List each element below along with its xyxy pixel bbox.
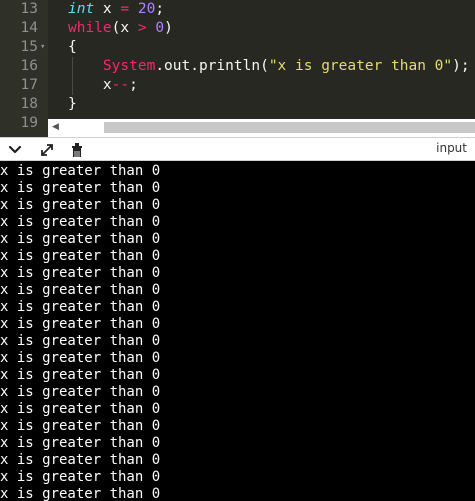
console-line: x is greater than 0 bbox=[0, 333, 161, 349]
console-line: x is greater than 0 bbox=[0, 418, 161, 434]
code-line[interactable]: 18} bbox=[0, 95, 475, 114]
code-token: 20 bbox=[137, 1, 156, 17]
console-line: x is greater than 0 bbox=[0, 469, 161, 485]
line-number: 16 bbox=[20, 58, 38, 74]
clear-console-icon[interactable] bbox=[68, 141, 86, 159]
horizontal-scrollbar[interactable]: ◀ bbox=[48, 119, 475, 137]
console-line: x is greater than 0 bbox=[0, 452, 161, 468]
code-text[interactable]: } bbox=[68, 95, 77, 114]
console-line: x is greater than 0 bbox=[0, 265, 161, 281]
console-line: x is greater than 0 bbox=[0, 316, 161, 332]
code-text[interactable]: { bbox=[68, 38, 77, 57]
code-token: while bbox=[68, 20, 112, 36]
expand-arrows-icon[interactable] bbox=[38, 141, 56, 159]
code-line[interactable]: 17 x--; bbox=[0, 76, 475, 95]
line-number: 15 bbox=[20, 39, 38, 55]
code-text[interactable]: while(x > 0) bbox=[68, 19, 173, 38]
code-editor[interactable]: 13 int x = 20; 14 while(x > 0) 15 ▾ {16 System… bbox=[0, 0, 475, 137]
console-line: x is greater than 0 bbox=[0, 248, 161, 264]
code-token: -- bbox=[111, 77, 130, 93]
code-text[interactable]: int x = 20; bbox=[68, 0, 164, 19]
line-number: 17 bbox=[20, 77, 38, 93]
console-line: x is greater than 0 bbox=[0, 163, 161, 179]
fold-toggle-icon[interactable]: ▾ bbox=[40, 38, 45, 57]
line-number: 14 bbox=[20, 20, 38, 36]
console-line: x is greater than 0 bbox=[0, 299, 161, 315]
line-number: 13 bbox=[20, 1, 38, 17]
code-token: ; bbox=[155, 1, 165, 17]
code-token: { bbox=[68, 39, 77, 55]
code-line[interactable]: 13 int x = 20; bbox=[0, 0, 475, 19]
code-token: = bbox=[120, 1, 130, 17]
code-line[interactable]: 15 ▾ { bbox=[0, 38, 475, 57]
scrollbar-thumb[interactable] bbox=[104, 122, 475, 133]
code-token: int bbox=[68, 1, 95, 17]
code-text[interactable]: System.out.println("x is greater than 0"… bbox=[68, 57, 470, 76]
code-token: } bbox=[68, 96, 77, 112]
code-token: x bbox=[68, 77, 112, 93]
code-token: ; bbox=[129, 77, 138, 93]
console-line: x is greater than 0 bbox=[0, 486, 161, 501]
code-text[interactable]: x--; bbox=[68, 76, 138, 95]
console-line: x is greater than 0 bbox=[0, 231, 161, 247]
console-toolbar: input bbox=[0, 137, 475, 161]
input-tab[interactable]: input bbox=[436, 141, 467, 155]
caret-left-icon[interactable]: ◀ bbox=[52, 122, 59, 132]
console-line: x is greater than 0 bbox=[0, 197, 161, 213]
code-token: ) bbox=[164, 20, 173, 36]
code-token: (x bbox=[111, 20, 138, 36]
code-token: "x is greater than 0" bbox=[268, 58, 453, 74]
console-line: x is greater than 0 bbox=[0, 435, 161, 451]
console-output: x is greater than 0x is greater than 0x … bbox=[0, 161, 475, 501]
console-line: x is greater than 0 bbox=[0, 282, 161, 298]
line-number: 19 bbox=[20, 115, 38, 131]
console-line: x is greater than 0 bbox=[0, 367, 161, 383]
chevron-down-icon[interactable] bbox=[6, 141, 24, 159]
console-line: x is greater than 0 bbox=[0, 384, 161, 400]
code-line[interactable]: 14 while(x > 0) bbox=[0, 19, 475, 38]
console-line: x is greater than 0 bbox=[0, 214, 161, 230]
code-token: 0 bbox=[155, 20, 165, 36]
console-line: x is greater than 0 bbox=[0, 350, 161, 366]
line-number: 18 bbox=[20, 96, 38, 112]
console-line: x is greater than 0 bbox=[0, 401, 161, 417]
code-line[interactable]: 16 System.out.println("x is greater than… bbox=[0, 57, 475, 76]
console-line: x is greater than 0 bbox=[0, 180, 161, 196]
code-token: .out.println( bbox=[155, 58, 269, 74]
code-token: System bbox=[102, 58, 156, 74]
code-token: > bbox=[137, 20, 147, 36]
code-token: x bbox=[94, 1, 121, 17]
code-token: ); bbox=[452, 58, 470, 74]
